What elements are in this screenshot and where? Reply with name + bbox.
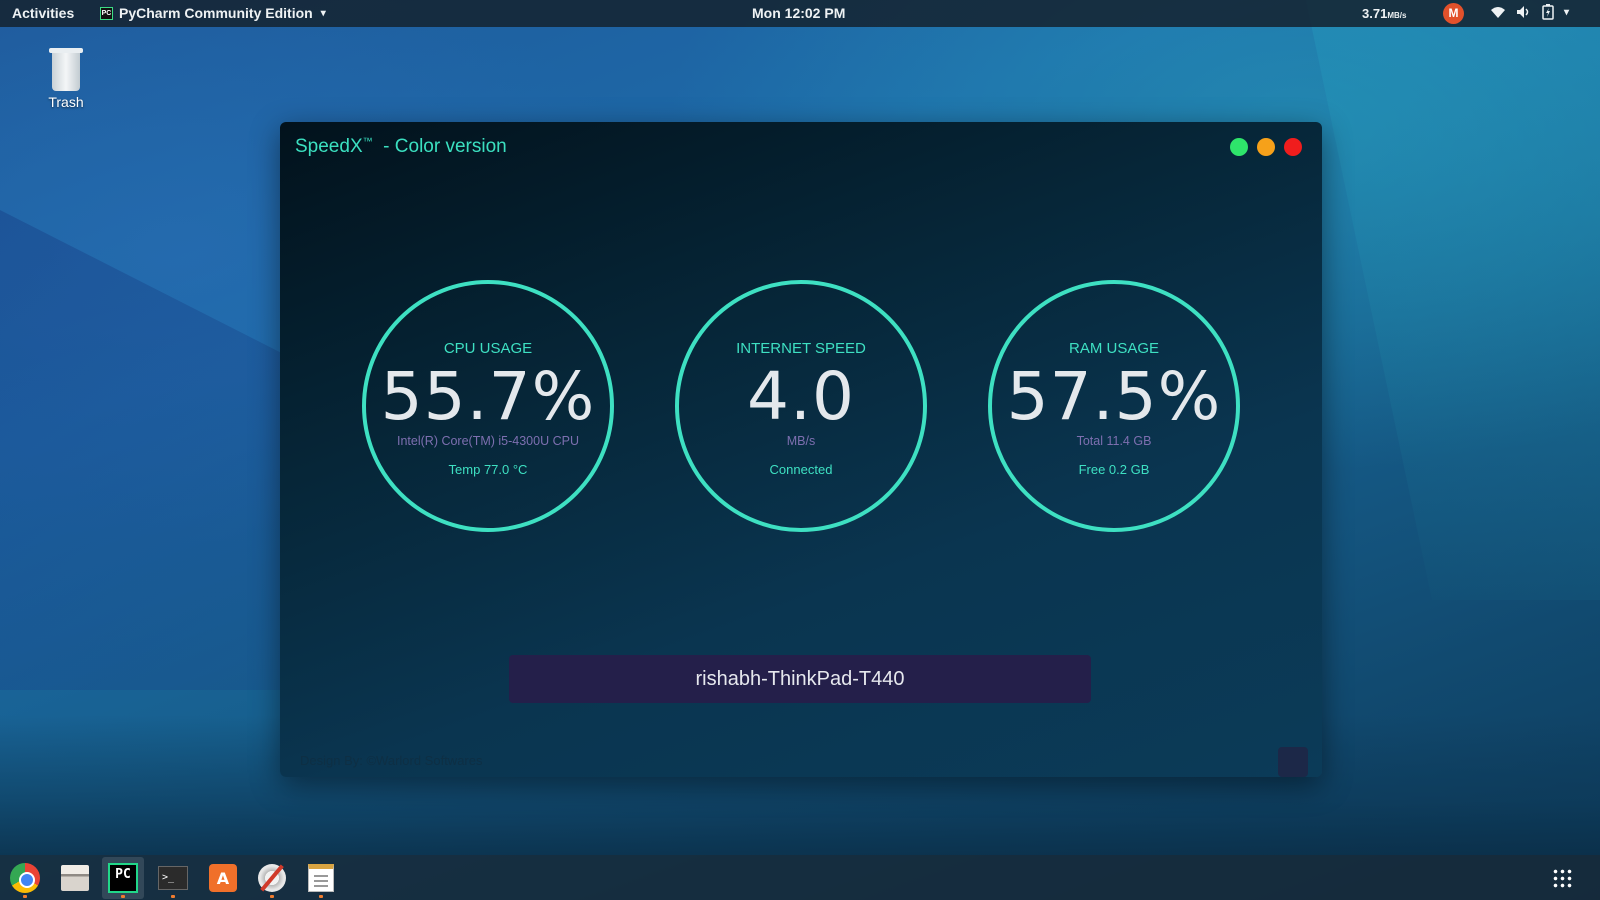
window-title: SpeedX™ - Color version bbox=[295, 136, 507, 158]
hostname-bar: rishabh-ThinkPad-T440 bbox=[509, 655, 1091, 703]
credit-text: Design By: ©Warlord Softwares bbox=[300, 753, 483, 768]
chrome-icon bbox=[10, 863, 40, 893]
gauge-value: 55.7% bbox=[380, 358, 596, 435]
app-grid-icon[interactable] bbox=[1552, 868, 1572, 888]
running-indicator bbox=[319, 895, 323, 898]
dock-item-system-tools[interactable] bbox=[251, 857, 293, 899]
dock-item-terminal[interactable]: >_ bbox=[152, 857, 194, 899]
pycharm-icon: PC bbox=[100, 6, 113, 20]
gauge-label: INTERNET SPEED bbox=[736, 340, 866, 357]
system-menu[interactable]: ▾ bbox=[1490, 4, 1569, 20]
gauge-subtitle: MB/s bbox=[786, 434, 816, 448]
clock[interactable]: Mon 12:02 PM bbox=[752, 5, 845, 21]
activities-button[interactable]: Activities bbox=[12, 5, 74, 21]
running-indicator bbox=[171, 895, 175, 898]
window-title-tm: ™ bbox=[362, 136, 373, 148]
gauge-value: 57.5% bbox=[1006, 358, 1222, 435]
software-store-icon: A bbox=[209, 864, 237, 892]
system-tools-icon bbox=[258, 864, 286, 892]
cpu-gauge: CPU USAGE 55.7% Intel(R) Core(TM) i5-430… bbox=[362, 280, 614, 532]
app-menu[interactable]: PC PyCharm Community Edition ▾ bbox=[100, 5, 326, 21]
trash-icon bbox=[49, 46, 83, 92]
running-indicator bbox=[121, 895, 125, 898]
gauge-subtitle: Total 11.4 GB bbox=[1076, 434, 1152, 448]
net-speed-value: 3.71 bbox=[1362, 6, 1388, 21]
running-indicator bbox=[23, 895, 27, 898]
gauge-subtitle: Intel(R) Core(TM) i5-4300U CPU bbox=[397, 434, 579, 448]
wifi-icon bbox=[1491, 7, 1505, 18]
minimize-button[interactable] bbox=[1257, 138, 1275, 156]
speedx-window: SpeedX™ - Color version CPU USAGE 55.7% … bbox=[280, 122, 1322, 777]
files-icon bbox=[61, 865, 89, 891]
dock-item-pycharm[interactable]: PC bbox=[102, 857, 144, 899]
dock-item-text-editor[interactable] bbox=[300, 857, 342, 899]
gauge-label: CPU USAGE bbox=[443, 340, 533, 357]
chevron-down-icon: ▾ bbox=[320, 7, 326, 19]
gauge-value: 4.0 bbox=[747, 358, 855, 435]
gauge-label: RAM USAGE bbox=[1068, 340, 1159, 357]
app-menu-label: PyCharm Community Edition bbox=[119, 5, 313, 21]
battery-icon bbox=[1542, 4, 1554, 20]
app-indicator-icon[interactable]: M bbox=[1443, 3, 1464, 24]
net-speed-unit: MB/s bbox=[1387, 11, 1407, 20]
desktop-trash[interactable]: Trash bbox=[40, 46, 92, 110]
dock: PC >_ A bbox=[0, 855, 1600, 900]
running-indicator bbox=[270, 895, 274, 898]
volume-icon bbox=[1517, 6, 1529, 18]
top-bar: Activities PC PyCharm Community Edition … bbox=[0, 0, 1600, 27]
dock-item-files[interactable] bbox=[54, 857, 96, 899]
net-speed-indicator[interactable]: 3.71MB/s bbox=[1362, 6, 1406, 21]
dock-item-software-store[interactable]: A bbox=[202, 857, 244, 899]
close-button[interactable] bbox=[1284, 138, 1302, 156]
corner-button[interactable] bbox=[1278, 747, 1308, 777]
internet-speed-gauge: INTERNET SPEED 4.0 MB/s Connected bbox=[675, 280, 927, 532]
gauge-detail: Free 0.2 GB bbox=[1078, 462, 1150, 477]
gauge-detail: Temp 77.0 °C bbox=[448, 462, 528, 477]
window-title-suffix: - Color version bbox=[372, 136, 507, 157]
terminal-icon: >_ bbox=[158, 866, 188, 890]
dock-item-chrome[interactable] bbox=[4, 857, 46, 899]
text-editor-icon bbox=[308, 864, 334, 892]
maximize-button[interactable] bbox=[1230, 138, 1248, 156]
trash-label: Trash bbox=[48, 94, 84, 110]
window-controls bbox=[1230, 138, 1302, 156]
chevron-down-icon: ▾ bbox=[1564, 6, 1570, 18]
pycharm-icon: PC bbox=[108, 863, 138, 893]
window-title-name: SpeedX bbox=[295, 136, 363, 157]
gauge-detail: Connected bbox=[769, 462, 833, 477]
ram-gauge: RAM USAGE 57.5% Total 11.4 GB Free 0.2 G… bbox=[988, 280, 1240, 532]
